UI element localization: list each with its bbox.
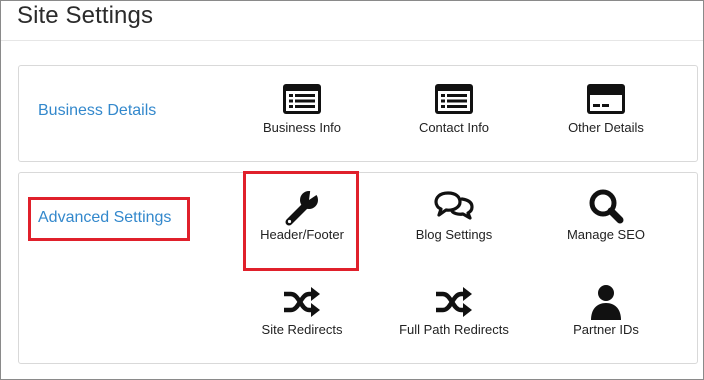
list-card-icon [435,84,473,114]
credit-card-icon [587,84,625,114]
partner-ids-label: Partner IDs [573,322,639,337]
list-card-icon [283,84,321,114]
shuffle-icon [284,287,320,317]
user-icon [591,285,621,320]
shuffle-icon [436,287,472,317]
business-info-tile[interactable]: Business Info [227,80,377,135]
business-details-link[interactable]: Business Details [38,102,156,120]
full-path-redirects-tile[interactable]: Full Path Redirects [379,282,529,337]
chat-bubbles-icon [434,191,474,220]
site-redirects-label: Site Redirects [261,322,343,337]
blog-settings-tile[interactable]: Blog Settings [379,187,529,242]
manage-seo-tile[interactable]: Manage SEO [531,187,681,242]
business-info-label: Business Info [262,120,342,135]
contact-info-label: Contact Info [418,120,490,135]
contact-info-tile[interactable]: Contact Info [379,80,529,135]
advanced-settings-highlight [28,197,190,241]
partner-ids-tile[interactable]: Partner IDs [531,282,681,337]
search-icon [589,189,624,224]
other-details-label: Other Details [568,120,644,135]
site-redirects-tile[interactable]: Site Redirects [227,282,377,337]
manage-seo-label: Manage SEO [566,227,646,242]
full-path-redirects-label: Full Path Redirects [399,322,509,337]
page-title: Site Settings [17,2,154,29]
title-divider [1,40,703,41]
blog-settings-label: Blog Settings [415,227,493,242]
header-footer-highlight [243,171,359,271]
other-details-tile[interactable]: Other Details [531,80,681,135]
